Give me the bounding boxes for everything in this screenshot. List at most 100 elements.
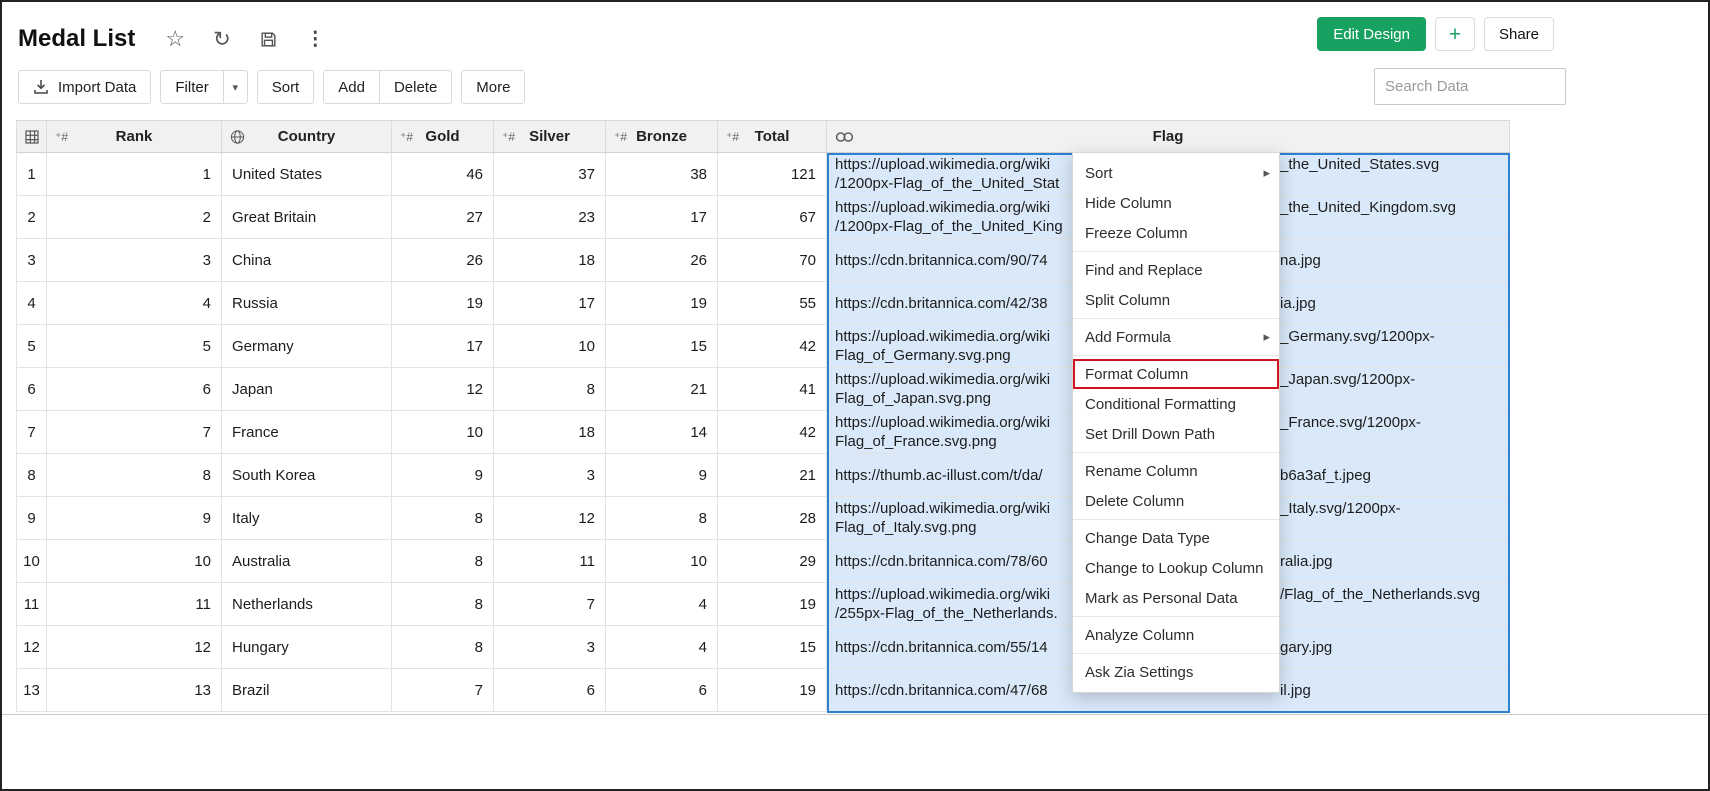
cell-total[interactable]: 19: [718, 583, 827, 626]
row-index-cell[interactable]: 2: [16, 196, 47, 239]
cell-country[interactable]: Russia: [222, 282, 392, 325]
cell-country[interactable]: Hungary: [222, 626, 392, 669]
cell-silver[interactable]: 18: [494, 411, 606, 454]
column-header-country[interactable]: Country: [222, 120, 392, 153]
cell-bronze[interactable]: 38: [606, 153, 718, 196]
cell-total[interactable]: 28: [718, 497, 827, 540]
cell-gold[interactable]: 8: [392, 583, 494, 626]
context-menu-item[interactable]: Add Formula ▸: [1073, 322, 1279, 352]
cell-total[interactable]: 29: [718, 540, 827, 583]
row-index-cell[interactable]: 10: [16, 540, 47, 583]
cell-bronze[interactable]: 14: [606, 411, 718, 454]
cell-country[interactable]: Great Britain: [222, 196, 392, 239]
cell-country[interactable]: Germany: [222, 325, 392, 368]
share-button[interactable]: Share: [1484, 17, 1554, 51]
cell-bronze[interactable]: 10: [606, 540, 718, 583]
cell-bronze[interactable]: 21: [606, 368, 718, 411]
column-header-total[interactable]: ⁺# Total: [718, 120, 827, 153]
cell-total[interactable]: 21: [718, 454, 827, 497]
row-index-cell[interactable]: 3: [16, 239, 47, 282]
cell-total[interactable]: 42: [718, 411, 827, 454]
cell-silver[interactable]: 10: [494, 325, 606, 368]
cell-total[interactable]: 70: [718, 239, 827, 282]
cell-silver[interactable]: 37: [494, 153, 606, 196]
cell-rank[interactable]: 6: [47, 368, 222, 411]
cell-bronze[interactable]: 4: [606, 583, 718, 626]
cell-silver[interactable]: 18: [494, 239, 606, 282]
kebab-menu-icon[interactable]: ⋮: [306, 30, 325, 49]
cell-rank[interactable]: 9: [47, 497, 222, 540]
cell-total[interactable]: 121: [718, 153, 827, 196]
row-index-cell[interactable]: 6: [16, 368, 47, 411]
cell-silver[interactable]: 3: [494, 454, 606, 497]
cell-rank[interactable]: 10: [47, 540, 222, 583]
context-menu-item[interactable]: Freeze Column ▸: [1073, 218, 1279, 248]
context-menu-item[interactable]: Set Drill Down Path ▸: [1073, 419, 1279, 449]
cell-gold[interactable]: 27: [392, 196, 494, 239]
cell-total[interactable]: 42: [718, 325, 827, 368]
row-index-cell[interactable]: 8: [16, 454, 47, 497]
cell-gold[interactable]: 46: [392, 153, 494, 196]
cell-silver[interactable]: 8: [494, 368, 606, 411]
cell-rank[interactable]: 8: [47, 454, 222, 497]
context-menu-item[interactable]: Find and Replace ▸: [1073, 255, 1279, 285]
delete-button[interactable]: Delete: [379, 70, 452, 104]
context-menu-item[interactable]: Format Column ▸: [1073, 359, 1279, 389]
more-button[interactable]: More: [461, 70, 525, 104]
row-index-cell[interactable]: 12: [16, 626, 47, 669]
cell-rank[interactable]: 1: [47, 153, 222, 196]
cell-silver[interactable]: 3: [494, 626, 606, 669]
column-header-bronze[interactable]: ⁺# Bronze: [606, 120, 718, 153]
cell-silver[interactable]: 23: [494, 196, 606, 239]
cell-rank[interactable]: 4: [47, 282, 222, 325]
cell-country[interactable]: South Korea: [222, 454, 392, 497]
cell-rank[interactable]: 7: [47, 411, 222, 454]
import-data-button[interactable]: Import Data: [18, 70, 151, 104]
cell-bronze[interactable]: 19: [606, 282, 718, 325]
save-icon[interactable]: [259, 30, 278, 49]
cell-bronze[interactable]: 17: [606, 196, 718, 239]
cell-gold[interactable]: 8: [392, 626, 494, 669]
add-new-button[interactable]: +: [1435, 17, 1475, 51]
cell-country[interactable]: China: [222, 239, 392, 282]
cell-country[interactable]: United States: [222, 153, 392, 196]
row-index-cell[interactable]: 4: [16, 282, 47, 325]
row-index-cell[interactable]: 11: [16, 583, 47, 626]
cell-bronze[interactable]: 8: [606, 497, 718, 540]
cell-gold[interactable]: 9: [392, 454, 494, 497]
context-menu-item[interactable]: Hide Column ▸: [1073, 188, 1279, 218]
refresh-icon[interactable]: ↻: [213, 29, 231, 50]
cell-total[interactable]: 41: [718, 368, 827, 411]
context-menu-item[interactable]: Analyze Column ▸: [1073, 620, 1279, 650]
cell-rank[interactable]: 5: [47, 325, 222, 368]
filter-dropdown-caret[interactable]: ▾: [223, 71, 247, 103]
cell-gold[interactable]: 17: [392, 325, 494, 368]
cell-bronze[interactable]: 9: [606, 454, 718, 497]
cell-rank[interactable]: 11: [47, 583, 222, 626]
cell-rank[interactable]: 12: [47, 626, 222, 669]
cell-rank[interactable]: 3: [47, 239, 222, 282]
cell-country[interactable]: Italy: [222, 497, 392, 540]
cell-country[interactable]: Netherlands: [222, 583, 392, 626]
context-menu-item[interactable]: Change Data Type ▸: [1073, 523, 1279, 553]
context-menu-item[interactable]: Sort ▸: [1073, 158, 1279, 188]
favorite-star-icon[interactable]: ☆: [165, 28, 185, 50]
cell-total[interactable]: 15: [718, 626, 827, 669]
context-menu-item[interactable]: Change to Lookup Column ▸: [1073, 553, 1279, 583]
column-header-rank[interactable]: ⁺# Rank: [47, 120, 222, 153]
cell-country[interactable]: Brazil: [222, 669, 392, 712]
cell-gold[interactable]: 7: [392, 669, 494, 712]
cell-silver[interactable]: 6: [494, 669, 606, 712]
cell-silver[interactable]: 7: [494, 583, 606, 626]
cell-country[interactable]: Japan: [222, 368, 392, 411]
row-index-cell[interactable]: 7: [16, 411, 47, 454]
filter-button[interactable]: Filter: [161, 71, 222, 103]
cell-gold[interactable]: 8: [392, 497, 494, 540]
cell-bronze[interactable]: 4: [606, 626, 718, 669]
context-menu-item[interactable]: Rename Column ▸: [1073, 456, 1279, 486]
context-menu-item[interactable]: Ask Zia Settings ▸: [1073, 657, 1279, 687]
context-menu-item[interactable]: Delete Column ▸: [1073, 486, 1279, 516]
cell-silver[interactable]: 12: [494, 497, 606, 540]
edit-design-button[interactable]: Edit Design: [1317, 17, 1426, 51]
column-header-flag[interactable]: Flag: [827, 120, 1510, 153]
